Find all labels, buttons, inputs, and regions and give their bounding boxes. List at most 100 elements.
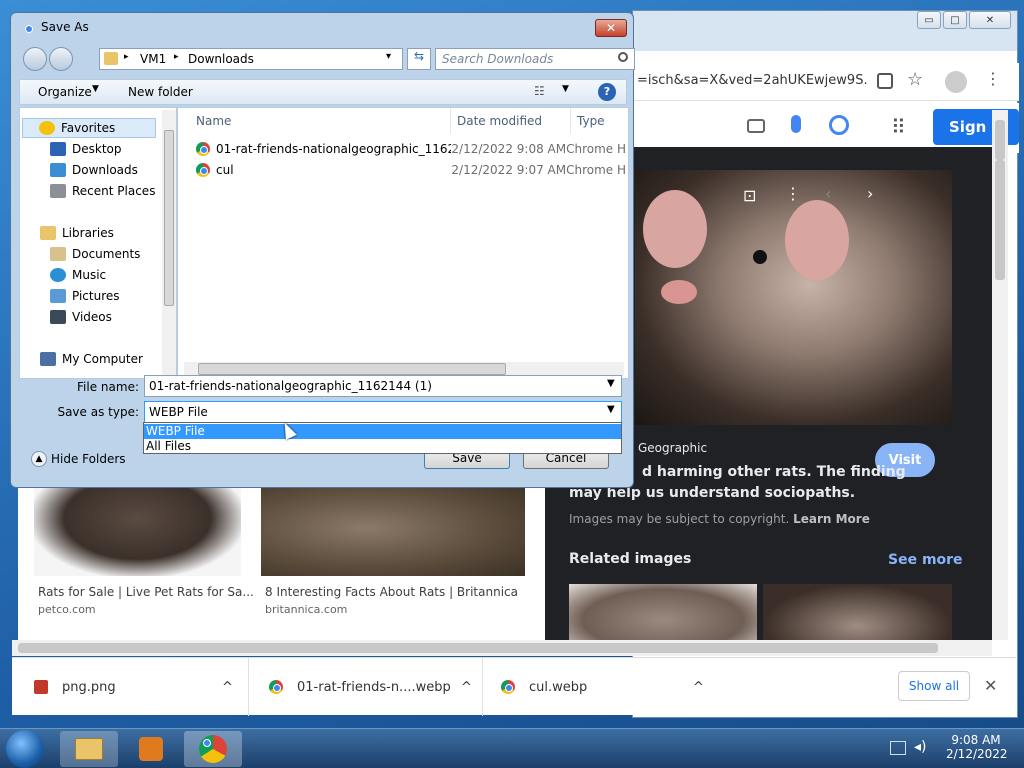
scroll-thumb[interactable]	[995, 160, 1005, 280]
file-row[interactable]: cul 2/12/2022 9:07 AM Chrome H	[196, 160, 626, 180]
download-name: png.png	[62, 679, 116, 695]
result-title[interactable]: 8 Interesting Facts About Rats | Britann…	[265, 585, 518, 599]
nav-downloads[interactable]: Downloads	[20, 160, 138, 180]
crumb-downloads[interactable]: Downloads	[188, 52, 254, 66]
chevron-down-icon[interactable]: ▼	[562, 84, 569, 94]
file-list-hscrollbar[interactable]	[184, 362, 624, 376]
file-name-input[interactable]: 01-rat-friends-nationalgeographic_116214…	[144, 375, 622, 397]
more-icon[interactable]: ⋮	[785, 184, 801, 203]
profile-avatar[interactable]	[945, 71, 967, 93]
taskbar-media-player[interactable]	[122, 731, 180, 767]
nav-recent-places[interactable]: Recent Places	[20, 181, 155, 201]
file-name: cul	[216, 163, 234, 177]
rat-image[interactable]: ⊡ ⋮ ‹ ›	[635, 170, 952, 425]
chrome-html-icon	[196, 163, 210, 177]
network-icon[interactable]	[890, 741, 906, 755]
search-icon[interactable]	[618, 52, 628, 62]
related-image[interactable]	[569, 584, 757, 640]
share-icon[interactable]	[877, 73, 893, 89]
search-icon[interactable]	[829, 115, 849, 135]
new-folder-button[interactable]: New folder	[128, 85, 193, 99]
taskbar-explorer[interactable]	[60, 731, 118, 767]
lens-icon[interactable]: ⊡	[743, 186, 756, 205]
download-item[interactable]: cul.webp ^	[483, 658, 717, 716]
nav-libraries[interactable]: Libraries	[20, 223, 114, 243]
nav-my-computer[interactable]: My Computer	[20, 349, 143, 369]
camera-icon[interactable]	[747, 119, 765, 133]
close-icon[interactable]: ✕	[984, 676, 997, 695]
scroll-thumb[interactable]	[18, 643, 938, 653]
address-text[interactable]: =isch&sa=X&ved=2ahUKEwjew9S...	[637, 73, 867, 88]
apps-grid-icon[interactable]: ⠿	[891, 115, 906, 139]
maximize-button[interactable]: □	[943, 11, 967, 29]
taskbar-chrome[interactable]	[184, 731, 242, 767]
chrome-html-icon	[196, 142, 210, 156]
crumb-vm1[interactable]: VM1	[140, 52, 166, 66]
save-as-type-select[interactable]: WEBP File ▼	[144, 401, 622, 423]
file-row[interactable]: 01-rat-friends-nationalgeographic_11621.…	[196, 139, 626, 159]
column-name[interactable]: Name	[196, 114, 231, 128]
nav-scrollbar[interactable]	[162, 110, 176, 376]
column-divider[interactable]	[570, 108, 571, 134]
next-icon[interactable]: ›	[867, 184, 873, 203]
chevron-down-icon[interactable]: ▼	[607, 378, 615, 389]
chevron-up-icon[interactable]: ^	[461, 680, 472, 695]
crumb-separator[interactable]: ▸	[174, 52, 179, 62]
volume-icon[interactable]: ◂)	[914, 739, 927, 755]
column-date[interactable]: Date modified	[457, 114, 542, 128]
scroll-thumb[interactable]	[198, 363, 506, 375]
show-all-button[interactable]: Show all	[898, 671, 970, 701]
help-icon[interactable]: ?	[598, 83, 616, 101]
chevron-up-icon[interactable]: ^	[222, 680, 233, 695]
menu-icon[interactable]: ⋮	[985, 69, 1001, 88]
chevron-down-icon[interactable]: ▼	[92, 84, 99, 94]
view-icon[interactable]: ☷	[534, 84, 545, 98]
related-image[interactable]	[763, 584, 952, 640]
scroll-thumb[interactable]	[995, 120, 1005, 160]
vertical-scrollbar[interactable]	[992, 110, 1008, 640]
result-image[interactable]	[34, 480, 241, 576]
nav-favorites[interactable]: Favorites	[22, 118, 156, 138]
start-button[interactable]	[6, 730, 44, 768]
caption-line[interactable]: d harming other rats. The finding	[642, 464, 906, 480]
nav-desktop[interactable]: Desktop	[20, 139, 122, 159]
forward-button[interactable]	[49, 47, 73, 71]
result-title[interactable]: Rats for Sale | Live Pet Rats for Sa...	[38, 585, 254, 599]
dialog-close-button[interactable]: ✕	[595, 19, 627, 37]
download-item[interactable]: png.png ^	[12, 658, 249, 716]
horizontal-scrollbar[interactable]	[12, 640, 992, 656]
column-type[interactable]: Type	[577, 114, 605, 128]
see-more-link[interactable]: See more	[888, 552, 963, 568]
organize-button[interactable]: Organize	[38, 85, 92, 99]
source-name[interactable]: Geographic	[638, 441, 707, 455]
search-input[interactable]: Search Downloads	[435, 48, 635, 70]
bookmark-star-icon[interactable]: ☆	[907, 69, 923, 90]
learn-more-link[interactable]: Learn More	[793, 512, 870, 526]
taskbar: ◂) 9:08 AM 2/12/2022	[0, 728, 1024, 768]
nav-documents[interactable]: Documents	[20, 244, 140, 264]
scroll-thumb[interactable]	[164, 130, 174, 306]
refresh-button[interactable]: ⇆	[407, 48, 431, 70]
crumb-separator[interactable]: ▸	[124, 52, 129, 62]
result-image[interactable]	[261, 480, 525, 576]
address-bar[interactable]: =isch&sa=X&ved=2ahUKEwjew9S... ☆ ⋮	[633, 63, 1019, 101]
clock[interactable]: 9:08 AM 2/12/2022	[946, 733, 1008, 761]
chevron-up-icon[interactable]: ^	[693, 680, 704, 695]
column-divider[interactable]	[450, 108, 451, 134]
option-all-files[interactable]: All Files	[144, 439, 621, 454]
chevron-down-icon[interactable]: ▼	[607, 404, 615, 415]
star-icon	[39, 121, 55, 135]
nav-music[interactable]: Music	[20, 265, 106, 285]
nav-pictures[interactable]: Pictures	[20, 286, 120, 306]
chevron-down-icon[interactable]: ▾	[386, 51, 391, 62]
minimize-button[interactable]: ▭	[917, 11, 941, 29]
breadcrumb[interactable]: ▸ VM1 ▸ Downloads ▾	[99, 48, 403, 70]
option-webp-file[interactable]: WEBP File	[144, 424, 621, 439]
nav-videos[interactable]: Videos	[20, 307, 112, 327]
hide-folders-button[interactable]: ▲ Hide Folders	[31, 451, 126, 467]
prev-icon[interactable]: ‹	[825, 184, 831, 203]
back-button[interactable]	[23, 47, 47, 71]
download-item[interactable]: 01-rat-friends-n....webp ^	[249, 658, 483, 716]
microphone-icon[interactable]	[791, 115, 801, 133]
close-button[interactable]: ✕	[969, 11, 1011, 29]
